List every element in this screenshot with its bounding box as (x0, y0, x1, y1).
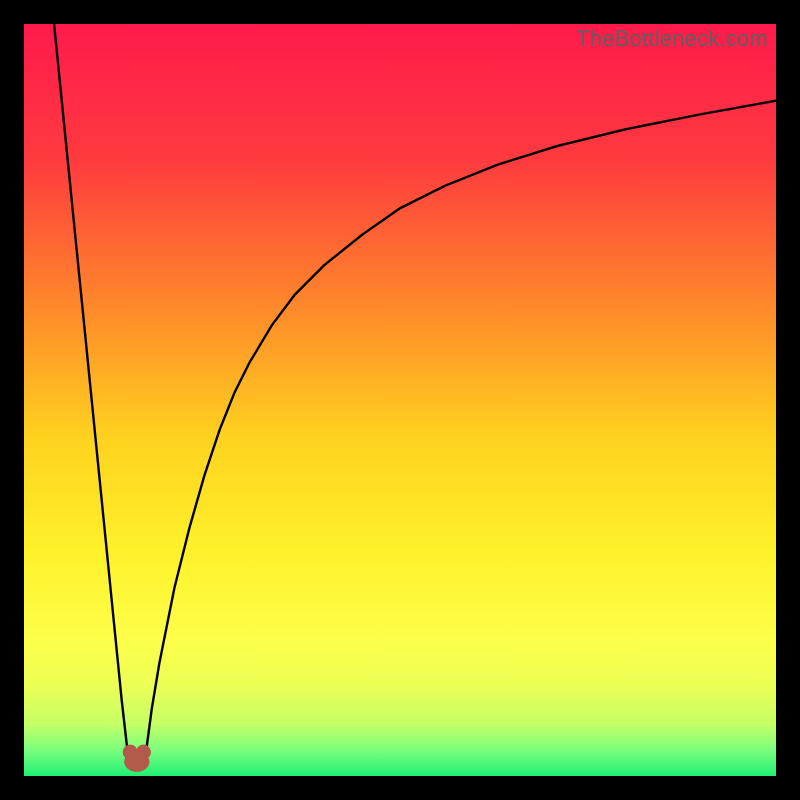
bottleneck-chart (24, 24, 776, 776)
optimum-marker (123, 745, 151, 772)
chart-frame: TheBottleneck.com (24, 24, 776, 776)
gradient-background (24, 24, 776, 776)
watermark-text: TheBottleneck.com (576, 26, 768, 52)
